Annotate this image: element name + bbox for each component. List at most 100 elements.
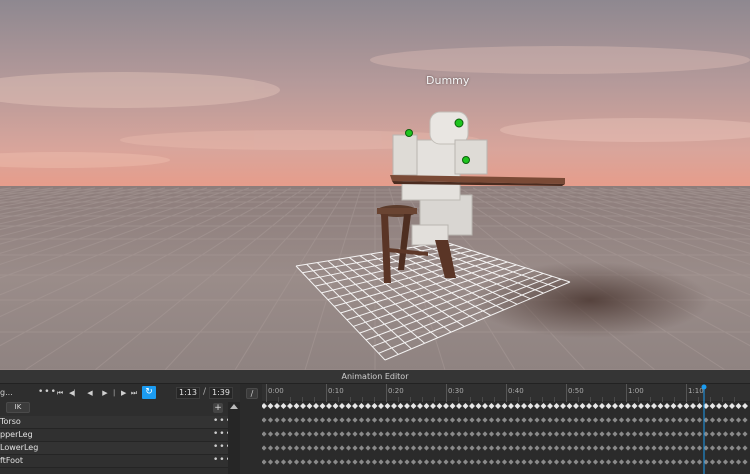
keyframe-diamond[interactable] [371, 445, 378, 451]
keyframe-diamond[interactable] [612, 417, 618, 423]
keyframe-diamond[interactable] [326, 403, 332, 409]
keyframe-diamond[interactable] [306, 459, 313, 465]
keyframe-diamond[interactable] [287, 431, 293, 437]
keyframe-diamond[interactable] [488, 459, 495, 465]
keyframe-diamond[interactable] [592, 445, 599, 451]
keyframe-diamond[interactable] [644, 403, 651, 409]
keyframe-diamond[interactable] [605, 459, 612, 465]
keyframe-diamond[interactable] [579, 417, 586, 423]
keyframe-diamond[interactable] [488, 417, 495, 423]
keyframe-diamond[interactable] [716, 445, 722, 451]
keyframe-diamond[interactable] [378, 431, 384, 437]
keyframe-diamond[interactable] [319, 417, 326, 423]
keyframe-diamond[interactable] [599, 403, 605, 409]
keyframe-diamond[interactable] [644, 431, 651, 437]
keyframe-diamond[interactable] [293, 403, 300, 409]
keyframe-diamond[interactable] [274, 445, 280, 451]
keyframe-diamond[interactable] [501, 431, 508, 437]
keyframe-diamond[interactable] [690, 403, 696, 409]
keyframe-diamond[interactable] [339, 403, 345, 409]
keyframe-diamond[interactable] [501, 417, 508, 423]
keyframe-diamond[interactable] [553, 403, 560, 409]
keyframe-diamond[interactable] [670, 403, 677, 409]
keyframe-diamond[interactable] [261, 417, 267, 423]
keyframe-diamond[interactable] [462, 445, 469, 451]
keyframe-diamond[interactable] [345, 417, 352, 423]
keyframe-diamond[interactable] [456, 417, 462, 423]
keyframe-diamond[interactable] [378, 403, 384, 409]
keyframe-diamond[interactable] [287, 459, 293, 465]
keyframe-diamond[interactable] [670, 445, 677, 451]
keyframe-diamond[interactable] [267, 445, 274, 451]
keyframe-diamond[interactable] [514, 417, 521, 423]
keyframe-diamond[interactable] [449, 403, 456, 409]
keyframe-diamond[interactable] [326, 417, 332, 423]
keyframe-diamond[interactable] [735, 431, 742, 437]
keyframe-diamond[interactable] [657, 417, 664, 423]
keyframe-diamond[interactable] [696, 445, 703, 451]
keyframe-diamond[interactable] [625, 459, 631, 465]
keyframe-diamond[interactable] [384, 459, 391, 465]
keyframe-diamond[interactable] [384, 445, 391, 451]
keyframe-diamond[interactable] [280, 445, 287, 451]
keyframe-diamond[interactable] [443, 445, 449, 451]
keyframe-diamond[interactable] [319, 445, 326, 451]
keyframe-diamond[interactable] [384, 403, 391, 409]
keyframe-diamond[interactable] [690, 417, 696, 423]
keyframe-diamond[interactable] [573, 459, 579, 465]
keyframe-diamond[interactable] [280, 417, 287, 423]
keyframe-diamond[interactable] [482, 445, 488, 451]
keyframe-diamond[interactable] [300, 445, 306, 451]
keyframe-diamond[interactable] [280, 459, 287, 465]
keyframe-diamond[interactable] [599, 445, 605, 451]
keyframe-diamond[interactable] [469, 431, 475, 437]
keyframe-diamond[interactable] [391, 445, 397, 451]
keyframe-diamond[interactable] [339, 459, 345, 465]
keyframe-diamond[interactable] [709, 417, 716, 423]
end-time-input[interactable]: 1:39 [209, 387, 233, 399]
keyframe-diamond[interactable] [677, 445, 683, 451]
keyframe-diamond[interactable] [709, 445, 716, 451]
play-reverse-icon[interactable]: ◀ [84, 387, 96, 399]
keyframe-diamond[interactable] [404, 417, 410, 423]
keyframe-diamond[interactable] [657, 445, 664, 451]
keyframe-diamond[interactable] [443, 459, 449, 465]
keyframe-diamond[interactable] [722, 403, 729, 409]
keyframe-diamond[interactable] [638, 417, 644, 423]
keyframe-diamond[interactable] [716, 417, 722, 423]
keyframe-diamond[interactable] [670, 459, 677, 465]
animation-name-dropdown[interactable]: g... [0, 388, 13, 397]
track-row[interactable]: Torso ••• [0, 416, 231, 429]
keyframe-diamond[interactable] [384, 431, 391, 437]
keyframe-diamond[interactable] [722, 431, 729, 437]
keyframe-diamond[interactable] [729, 403, 735, 409]
keyframe-diamond[interactable] [495, 445, 501, 451]
keyframe-diamond[interactable] [300, 417, 306, 423]
keyframe-diamond[interactable] [534, 417, 540, 423]
keyframe-diamond[interactable] [410, 445, 417, 451]
keyframe-diamond[interactable] [638, 445, 644, 451]
keyframe-diamond[interactable] [352, 403, 358, 409]
keyframe-diamond[interactable] [729, 431, 735, 437]
keyframe-diamond[interactable] [553, 445, 560, 451]
keyframe-diamond[interactable] [449, 445, 456, 451]
keyframe-diamond[interactable] [605, 431, 612, 437]
keyframe-diamond[interactable] [274, 417, 280, 423]
previous-keyframe-icon[interactable]: ◀⎸ [69, 387, 81, 399]
keyframe-diamond[interactable] [742, 459, 748, 465]
keyframe-diamond[interactable] [345, 431, 352, 437]
keyframe-diamond[interactable] [573, 417, 579, 423]
keyframe-diamond[interactable] [703, 417, 709, 423]
keyframe-diamond[interactable] [462, 431, 469, 437]
keyframe-diamond[interactable] [319, 459, 326, 465]
keyframe-tracks[interactable] [261, 402, 750, 474]
keyframe-diamond[interactable] [579, 431, 586, 437]
keyframe-diamond[interactable] [599, 417, 605, 423]
keyframe-diamond[interactable] [462, 459, 469, 465]
keyframe-diamond[interactable] [599, 431, 605, 437]
keyframe-diamond[interactable] [657, 431, 664, 437]
keyframe-diamond[interactable] [508, 403, 514, 409]
keyframe-diamond[interactable] [716, 459, 722, 465]
keyframe-diamond[interactable] [404, 445, 410, 451]
keyframe-diamond[interactable] [657, 459, 664, 465]
